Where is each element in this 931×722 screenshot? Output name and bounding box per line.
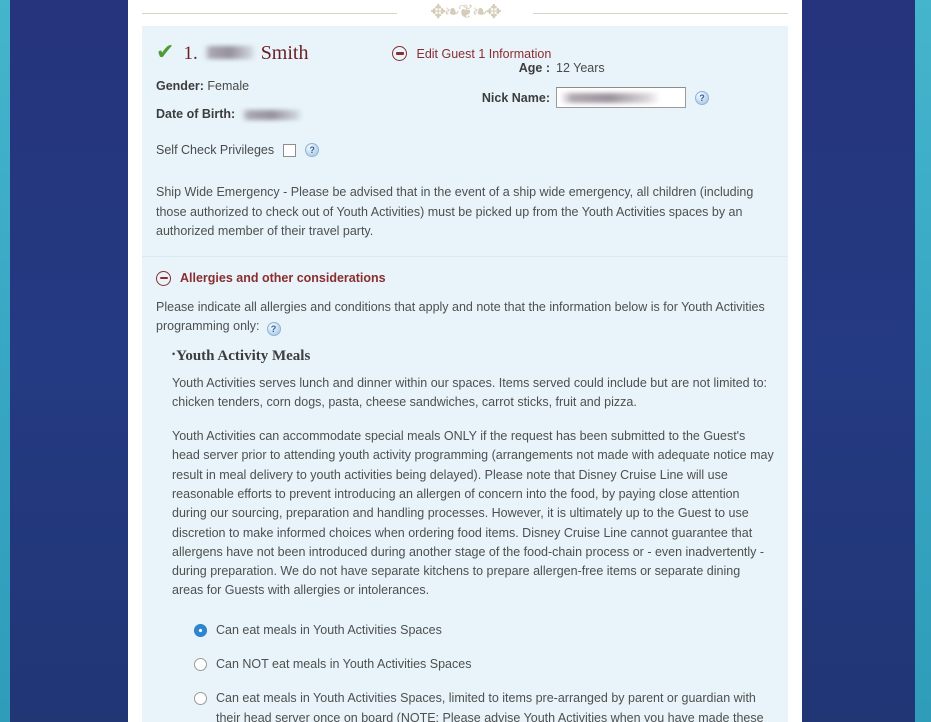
meals-paragraph-2: Youth Activities can accommodate special… bbox=[172, 429, 774, 598]
help-question-icon[interactable]: ? bbox=[305, 143, 320, 157]
collapse-minus-icon[interactable] bbox=[156, 270, 171, 286]
dob-row: Date of Birth: bbox=[156, 107, 456, 121]
allergies-intro-text: Please indicate all allergies and condit… bbox=[156, 299, 765, 333]
window-backdrop-right bbox=[802, 0, 915, 722]
radio-option[interactable]: Can eat meals in Youth Activities Spaces… bbox=[194, 689, 774, 722]
emergency-notice-text: Ship Wide Emergency - Please be advised … bbox=[156, 185, 754, 238]
radio-button-limited-prearranged[interactable] bbox=[194, 692, 207, 706]
ornament-divider: ✥❧❦❧✥ bbox=[142, 0, 788, 26]
gender-value: Female bbox=[207, 79, 250, 93]
allergies-intro: Please indicate all allergies and condit… bbox=[156, 298, 774, 336]
radio-option-label: Can eat meals in Youth Activities Spaces bbox=[216, 622, 442, 637]
divider-rule-left bbox=[142, 13, 397, 14]
window-edge-teal-right bbox=[915, 0, 931, 722]
dob-label: Date of Birth: bbox=[156, 107, 236, 121]
divider-rule-right bbox=[533, 13, 788, 14]
age-label: Age : bbox=[518, 61, 550, 75]
redacted-nickname-value bbox=[560, 93, 660, 103]
help-question-icon[interactable]: ? bbox=[695, 90, 709, 105]
nickname-input[interactable] bbox=[556, 87, 686, 108]
radio-option-label: Can eat meals in Youth Activities Spaces… bbox=[216, 691, 764, 722]
self-check-row: Self Check Privileges ? bbox=[156, 143, 456, 157]
youth-activity-meals-title: •Youth Activity Meals bbox=[172, 348, 774, 365]
help-question-icon[interactable]: ? bbox=[266, 321, 281, 336]
flourish-ornament-icon: ✥❧❦❧✥ bbox=[430, 1, 502, 23]
nickname-row: Nick Name: ? bbox=[468, 87, 808, 108]
radio-option[interactable]: Can NOT eat meals in Youth Activities Sp… bbox=[194, 655, 774, 674]
gender-row: Gender: Female bbox=[156, 79, 456, 93]
checkmark-icon: ✔ bbox=[156, 40, 175, 65]
edit-guest-link[interactable]: Edit Guest 1 Information bbox=[416, 47, 551, 61]
edit-guest-control[interactable]: Edit Guest 1 Information bbox=[392, 46, 551, 61]
radio-option-label: Can NOT eat meals in Youth Activities Sp… bbox=[216, 657, 472, 672]
allergies-section-header[interactable]: Allergies and other considerations bbox=[156, 270, 774, 286]
meal-eligibility-radio-group[interactable]: Can eat meals in Youth Activities Spaces… bbox=[194, 621, 774, 722]
allergies-panel: Allergies and other considerations Pleas… bbox=[142, 256, 788, 722]
window-backdrop-left bbox=[10, 0, 128, 722]
guest-details-right: Age : 12 Years Nick Name: ? bbox=[468, 61, 808, 120]
guest-details: Gender: Female Date of Birth: Self Check… bbox=[156, 61, 774, 165]
gender-label: Gender: bbox=[156, 79, 204, 93]
self-check-checkbox[interactable] bbox=[283, 143, 297, 157]
age-row: Age : 12 Years bbox=[468, 61, 808, 75]
document-column: ✥❧❦❧✥ ✔ 1. Smith Edit Guest 1 Informatio… bbox=[128, 0, 802, 722]
meals-paragraph-1: Youth Activities serves lunch and dinner… bbox=[172, 375, 768, 409]
guest-details-left: Gender: Female Date of Birth: Self Check… bbox=[156, 79, 456, 157]
radio-button-can-eat[interactable] bbox=[194, 623, 207, 637]
collapse-minus-icon[interactable] bbox=[392, 46, 408, 61]
radio-option[interactable]: Can eat meals in Youth Activities Spaces bbox=[194, 621, 774, 640]
bullet-icon: • bbox=[172, 348, 176, 359]
guest-information-panel: ✔ 1. Smith Edit Guest 1 Information Gend… bbox=[142, 26, 788, 256]
nickname-label: Nick Name: bbox=[481, 90, 550, 105]
redacted-date-of-birth bbox=[240, 110, 303, 121]
guest-surname: Smith bbox=[260, 42, 309, 64]
youth-activity-meals-block: •Youth Activity Meals Youth Activities s… bbox=[172, 348, 774, 722]
allergies-section-title: Allergies and other considerations bbox=[180, 271, 386, 285]
radio-button-cannot-eat[interactable] bbox=[194, 658, 207, 672]
redacted-first-name bbox=[203, 46, 256, 59]
age-value: 12 Years bbox=[556, 61, 605, 75]
youth-activity-meals-title-text: Youth Activity Meals bbox=[176, 347, 311, 364]
self-check-label: Self Check Privileges bbox=[156, 143, 275, 157]
guest-number: 1. bbox=[183, 43, 198, 64]
